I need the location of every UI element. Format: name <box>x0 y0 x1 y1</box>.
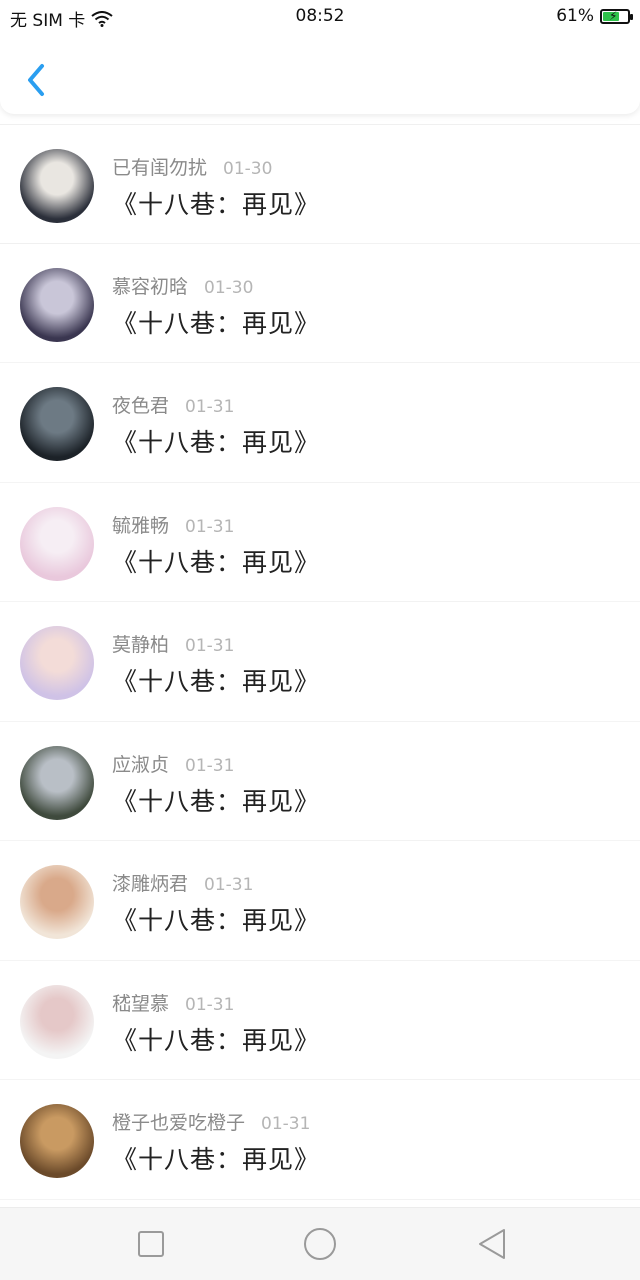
message-date: 01-31 <box>261 1114 311 1134</box>
sender-name[interactable]: 慕容初晗 <box>112 272 188 299</box>
sender-name[interactable]: 嵇望慕 <box>112 989 169 1016</box>
message-meta: 应淑贞 01-31 <box>112 750 234 777</box>
message-row[interactable]: 莫静柏 01-31 《十八巷：再见》 <box>0 602 640 722</box>
circle-icon[interactable] <box>302 1226 338 1262</box>
message-date: 01-31 <box>185 994 235 1015</box>
message-meta: 已有闺勿扰 01-30 <box>112 153 272 180</box>
sender-name[interactable]: 橙子也爱吃橙子 <box>112 1108 245 1135</box>
battery-percent: 61% <box>556 6 594 26</box>
message-title[interactable]: 《十八巷：再见》 <box>112 662 320 698</box>
message-title[interactable]: 《十八巷：再见》 <box>112 1021 320 1057</box>
message-date: 01-31 <box>185 397 235 417</box>
message-title[interactable]: 《十八巷：再见》 <box>112 1140 320 1176</box>
avatar[interactable] <box>20 626 94 700</box>
square-icon[interactable] <box>133 1226 169 1262</box>
message-title[interactable]: 《十八巷：再见》 <box>112 782 320 818</box>
system-navbar <box>0 1207 640 1280</box>
avatar[interactable] <box>20 506 94 581</box>
message-date: 01-30 <box>223 159 273 179</box>
clock: 08:52 <box>295 6 345 26</box>
message-row[interactable]: 应淑贞 01-31 《十八巷：再见》 <box>0 722 640 841</box>
message-row[interactable]: 橙子也爱吃橙子 01-31 《十八巷：再见》 <box>0 1080 640 1200</box>
divider <box>100 1198 530 1200</box>
sender-name[interactable]: 毓雅畅 <box>112 511 169 538</box>
message-title[interactable]: 《十八巷：再见》 <box>112 304 320 340</box>
message-meta: 漆雕炳君 01-31 <box>112 869 253 896</box>
message-meta: 嵇望慕 01-31 <box>112 989 234 1016</box>
sender-name[interactable]: 莫静柏 <box>112 630 169 657</box>
message-row[interactable]: 慕容初晗 01-30 《十八巷：再见》 <box>0 244 640 363</box>
sender-name[interactable]: 夜色君 <box>112 391 169 418</box>
message-date: 01-31 <box>185 636 235 656</box>
avatar[interactable] <box>20 745 94 820</box>
message-list: 已有闺勿扰 01-30 《十八巷：再见》 慕容初晗 01-30 《十八巷：再见》 夜色君 01… <box>0 124 640 1200</box>
message-row[interactable]: 漆雕炳君 01-31 《十八巷：再见》 <box>0 841 640 961</box>
avatar[interactable] <box>20 149 94 223</box>
triangle-back-icon[interactable] <box>474 1226 510 1262</box>
message-date: 01-31 <box>204 875 254 895</box>
sender-name[interactable]: 应淑贞 <box>112 750 169 777</box>
message-row[interactable]: 毓雅畅 01-31 《十八巷：再见》 <box>0 483 640 602</box>
message-title[interactable]: 《十八巷：再见》 <box>112 423 320 459</box>
message-meta: 慕容初晗 01-30 <box>112 272 253 299</box>
message-row[interactable]: 嵇望慕 01-31 《十八巷：再见》 <box>0 961 640 1080</box>
message-date: 01-31 <box>185 516 235 537</box>
avatar[interactable] <box>20 865 94 939</box>
message-date: 01-31 <box>185 755 235 776</box>
chevron-left-icon[interactable] <box>18 58 54 102</box>
message-title[interactable]: 《十八巷：再见》 <box>112 543 320 579</box>
avatar[interactable] <box>20 387 94 461</box>
avatar[interactable] <box>20 984 94 1059</box>
sender-name[interactable]: 已有闺勿扰 <box>112 153 207 180</box>
message-title[interactable]: 《十八巷：再见》 <box>112 185 320 221</box>
message-meta: 橙子也爱吃橙子 01-31 <box>112 1108 310 1135</box>
message-title[interactable]: 《十八巷：再见》 <box>112 901 320 937</box>
battery-icon: ⚡ <box>600 8 633 24</box>
message-meta: 莫静柏 01-31 <box>112 630 234 657</box>
sender-name[interactable]: 漆雕炳君 <box>112 869 188 896</box>
message-meta: 夜色君 01-31 <box>112 391 234 418</box>
message-row[interactable]: 夜色君 01-31 《十八巷：再见》 <box>0 363 640 483</box>
message-date: 01-30 <box>204 277 254 298</box>
avatar[interactable] <box>20 1104 94 1178</box>
message-meta: 毓雅畅 01-31 <box>112 511 234 538</box>
message-row[interactable]: 已有闺勿扰 01-30 《十八巷：再见》 <box>0 124 640 244</box>
avatar[interactable] <box>20 267 94 342</box>
status-bar: 无 SIM 卡 08:52 61% ⚡ <box>0 0 640 32</box>
